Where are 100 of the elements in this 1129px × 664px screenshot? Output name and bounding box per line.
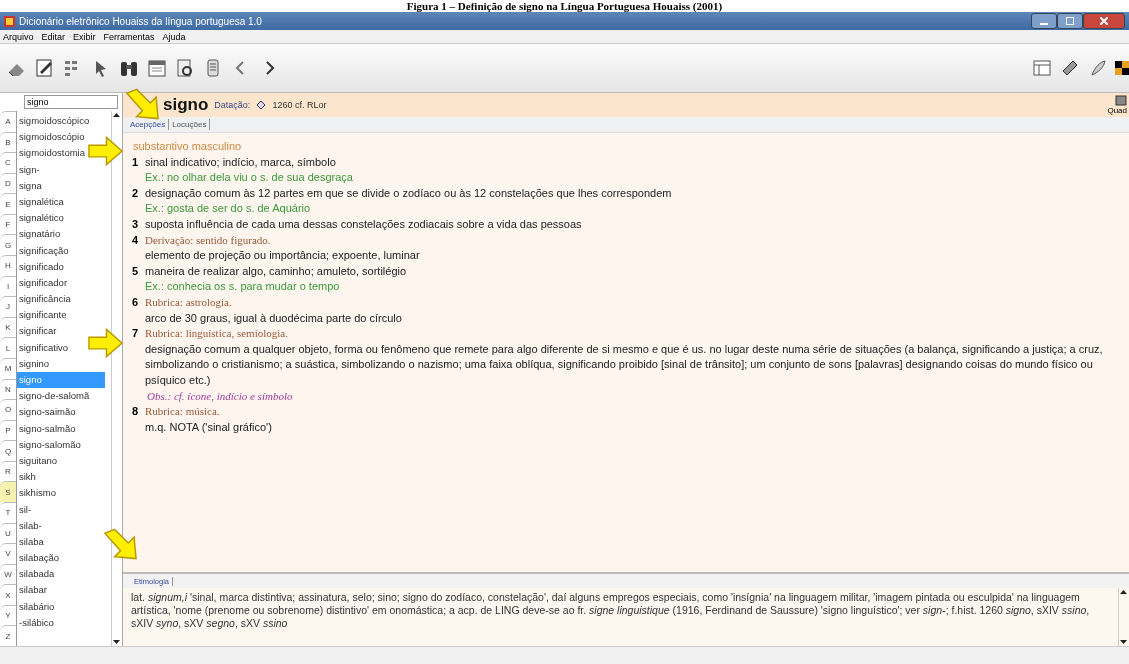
example-text: Ex.: conhecia os s. para mudar o tempo (145, 279, 341, 295)
minimize-button[interactable] (1031, 13, 1057, 29)
letter-tab[interactable]: I (0, 275, 16, 297)
letter-tab[interactable]: Q (0, 440, 16, 461)
word-list-item[interactable]: significado (17, 258, 64, 275)
part-of-speech: substantivo masculino (132, 139, 243, 154)
dating-label: Datação: (214, 100, 251, 110)
app-icon (4, 15, 15, 27)
word-list-item[interactable]: sil- (17, 501, 32, 518)
menu-item[interactable]: Editar (41, 31, 66, 42)
close-button[interactable] (1083, 13, 1125, 29)
letter-tab[interactable]: Y (0, 604, 16, 626)
side-label[interactable]: Quad (1107, 106, 1127, 115)
word-list-item[interactable]: sign- (17, 161, 40, 178)
letter-tab[interactable]: G (0, 234, 16, 256)
headword: signo (163, 95, 209, 115)
callout-arrow (125, 88, 159, 120)
sense-number: 4 (131, 232, 140, 248)
menu-item[interactable]: Arquivo (3, 31, 34, 42)
word-list-item[interactable]: signa (17, 177, 42, 194)
sense-number: 2 (131, 185, 140, 201)
word-list-item[interactable]: silabário (17, 598, 55, 615)
diamond-icon (256, 100, 267, 110)
word-list-item[interactable]: sigmoidoscópio (17, 129, 85, 146)
letter-tab[interactable]: H (0, 255, 16, 276)
word-list-item[interactable]: significação (17, 242, 69, 259)
word-list-item[interactable]: signo-salomão (17, 436, 81, 453)
word-list-item[interactable]: sigmoidoscópico (17, 113, 90, 130)
figure-caption: Figura 1 – Definição de signo na Língua Portuguesa Houaiss (2001) (405, 0, 724, 12)
word-list-item[interactable]: sikh (17, 469, 36, 486)
word-list-item[interactable]: silaba (17, 533, 44, 551)
callout-arrow (103, 528, 137, 560)
letter-tab[interactable]: E (0, 193, 16, 214)
menu-item[interactable]: Exibir (73, 31, 96, 42)
scroll-up-icon[interactable] (112, 111, 121, 120)
menu-item[interactable]: Ajuda (162, 31, 186, 42)
sense-number: 7 (131, 326, 140, 342)
note-text: Obs.: cf. ícone, indício e símbolo (146, 388, 294, 404)
word-list-item[interactable]: -silábico (17, 614, 54, 631)
word-list-item[interactable]: significante (17, 307, 67, 324)
letter-tab[interactable]: L (0, 337, 16, 358)
word-list-item[interactable]: signo-saimão (17, 404, 76, 421)
letter-tab[interactable]: A (0, 111, 16, 132)
word-list-item[interactable]: signo-salmão (17, 420, 76, 437)
word-list-item[interactable]: signino (17, 355, 50, 372)
letter-tab[interactable]: X (0, 584, 16, 605)
sense-number: 1 (131, 154, 140, 170)
letter-tab[interactable]: C (0, 152, 16, 173)
example-text: Ex.: gosta de ser do s. de Aquário (145, 201, 312, 217)
word-list-item[interactable]: silab- (17, 517, 42, 534)
letter-tab[interactable]: M (0, 357, 16, 379)
letter-tab[interactable]: V (0, 543, 16, 564)
maximize-icon (1066, 17, 1074, 25)
definition-text: sinal indicativo; indício, marca, símbolo (145, 154, 337, 170)
word-list-item[interactable]: siguitano (17, 452, 58, 470)
word-list-item[interactable]: silabar (17, 582, 47, 599)
word-list-item[interactable]: signo-de-salomã (17, 388, 90, 405)
word-list-item[interactable]: signalética (17, 193, 64, 211)
calendar-icon[interactable] (146, 57, 168, 79)
definition-text: suposta influência de cada uma dessas constelações zodiacais sobre a vida das pessoas (145, 216, 583, 232)
word-list-item[interactable]: sigmoidostomia (17, 145, 85, 162)
sense-number: 5 (131, 263, 140, 279)
example-text: Ex.: no olhar dela viu o s. de sua desgraça (145, 170, 354, 186)
letter-tab[interactable]: S (0, 481, 16, 502)
letter-tab[interactable]: O (0, 399, 16, 420)
etymology-text: lat. signum,i 'sinal, marca distintiva; assinatura, selo; sino; signo do zodíaco, constelação', daí alguns empregos especiais, como 'insígnia' na linguagem militar, 'imagem pintada ou esculpida' na linguagem artística, 'nome (prenome ou sobrenome) distintivo' em onomástica; a acp. de LING deve-se ao fr. signe linguistique (1916, Ferdinand de Saussure) 'signo linguístico'; ver sign-; f.hist. 1260 signo, sXIV ssino, sXIV syno, sXV segno, sXV ssino (130, 590, 1091, 631)
letter-tab[interactable]: K (0, 316, 16, 338)
word-list-item[interactable]: silabação (17, 550, 60, 567)
definition-text: maneira de realizar algo, caminho; amuleto, sortilégio (145, 263, 408, 279)
word-list-item[interactable]: significador (17, 274, 68, 292)
letter-tab[interactable]: W (0, 563, 16, 585)
menu-item[interactable]: Ferramentas (103, 31, 155, 42)
letter-tab[interactable]: U (0, 522, 16, 544)
search-field[interactable]: signo (24, 95, 118, 109)
word-list-item[interactable]: silabada (17, 566, 55, 583)
letter-tab[interactable]: D (0, 172, 16, 194)
picture-frame-icon[interactable] (1115, 95, 1127, 106)
letter-tab[interactable]: P (0, 419, 16, 441)
word-list-item[interactable]: significativo (17, 339, 69, 356)
word-list-item[interactable]: sikhismo (17, 485, 56, 502)
word-list-item[interactable]: signalético (17, 210, 64, 227)
letter-tab[interactable]: N (0, 378, 16, 400)
letter-tab[interactable]: T (0, 502, 16, 523)
definition-text: m.q. NOTA ('sinal gráfico') (145, 419, 273, 435)
definition-text: designação comum a qualquer objeto, forma ou fenômeno que remete para algo diferente de si mesmo e que é us. no lugar deste numa série de situações (a balança, significando a justiça; a cruz, simbolizando o cristianismo; a suástica, simbolizando o nazismo; uma faixa oblíqua, significando proibido [sinal de trânsito]; um conjunto de sons [palavras] designando coisas do mundo físico ou psíquico etc.) (145, 341, 1104, 388)
word-list-item[interactable]: significar (17, 323, 57, 340)
word-list-item[interactable]: significância (17, 291, 71, 308)
letter-tab[interactable]: F (0, 213, 16, 235)
maximize-button[interactable] (1057, 13, 1083, 29)
rubric-label: Rubrica: astrologia. (145, 294, 233, 310)
callout-arrow (88, 328, 124, 359)
window-title: Dicionário eletrônico Houaiss da língua portuguesa 1.0 (19, 15, 263, 27)
sense-number: 8 (131, 404, 140, 420)
letter-tab[interactable]: B (0, 131, 16, 153)
window-panel-icon[interactable] (1031, 57, 1053, 79)
letter-tab[interactable]: J (0, 296, 16, 317)
word-list-item[interactable]: signatário (17, 226, 61, 243)
tab[interactable]: Locuções (169, 119, 211, 130)
sense-number: 3 (131, 216, 140, 232)
definition-text: arco de 30 graus, igual à duodécima parte do círculo (145, 310, 403, 326)
